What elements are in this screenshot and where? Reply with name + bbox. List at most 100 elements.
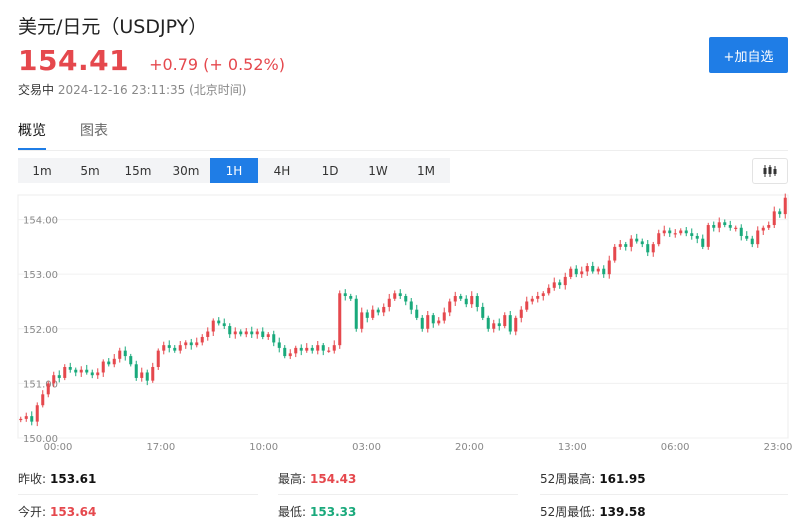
- candle-body: [68, 367, 72, 370]
- page-title: 美元/日元（USDJPY）: [18, 16, 208, 38]
- y-tick-label: 154.00: [23, 216, 58, 227]
- add-watchlist-button[interactable]: +加自选: [709, 37, 788, 73]
- candle-body: [459, 296, 463, 299]
- range-30m[interactable]: 30m: [162, 158, 210, 183]
- x-tick-label: 10:00: [249, 442, 278, 453]
- candle-body: [343, 293, 347, 297]
- candle-body: [613, 246, 617, 261]
- high-label: 最高:: [278, 472, 307, 486]
- range-1m[interactable]: 1m: [18, 158, 66, 183]
- candle-body: [52, 375, 56, 384]
- candle-body: [211, 320, 215, 332]
- candle-body: [294, 347, 298, 354]
- candle-body: [112, 358, 116, 365]
- candle-body: [46, 383, 50, 395]
- candle-body: [778, 211, 782, 215]
- candle-body: [239, 331, 243, 335]
- tab-divider: [18, 150, 788, 151]
- status-row: 交易中 2024-12-16 23:11:35 (北京时间): [18, 81, 246, 98]
- candle-body: [140, 372, 144, 378]
- candle-body: [277, 342, 281, 348]
- tab-chart[interactable]: 图表: [80, 120, 108, 151]
- candle-body: [629, 238, 633, 247]
- candle-body: [580, 271, 584, 275]
- candle-body: [409, 301, 413, 310]
- x-tick-label: 06:00: [661, 442, 690, 453]
- stat-high: 最高: 154.43: [278, 470, 356, 487]
- candle-body: [481, 306, 485, 318]
- high-value: 154.43: [310, 472, 357, 486]
- candle-body: [255, 331, 259, 335]
- 52w-high-label: 52周最高:: [540, 472, 596, 486]
- candle-body: [57, 375, 61, 378]
- candle-body: [228, 326, 232, 335]
- candle-body: [288, 353, 292, 357]
- candle-body: [316, 345, 320, 351]
- candle-body: [569, 268, 573, 277]
- stats-divider: [18, 494, 258, 495]
- candle-body: [635, 238, 639, 242]
- candle-body: [437, 320, 441, 324]
- candle-body: [470, 296, 474, 305]
- candle-body: [442, 312, 446, 321]
- range-4h[interactable]: 4H: [258, 158, 306, 183]
- x-tick-label: 03:00: [352, 442, 381, 453]
- candle-body: [35, 405, 39, 422]
- candle-body: [266, 334, 270, 337]
- range-15m[interactable]: 15m: [114, 158, 162, 183]
- stats-divider: [278, 494, 518, 495]
- candle-body: [486, 317, 490, 329]
- candle-body: [167, 345, 171, 348]
- range-1mo[interactable]: 1M: [402, 158, 450, 183]
- x-tick-label: 17:00: [146, 442, 175, 453]
- range-1d[interactable]: 1D: [306, 158, 354, 183]
- 52w-low-label: 52周最低:: [540, 505, 596, 519]
- candle-body: [431, 315, 435, 324]
- candle-body: [30, 416, 34, 422]
- tab-overview[interactable]: 概览: [18, 120, 46, 151]
- candle-body: [371, 309, 375, 318]
- candle-body: [299, 347, 303, 351]
- candle-body: [541, 293, 545, 297]
- candle-body: [734, 227, 738, 229]
- candle-body: [184, 342, 188, 346]
- candle-body: [596, 268, 600, 272]
- candle-body: [602, 268, 606, 275]
- prev-close-value: 153.61: [50, 472, 97, 486]
- candle-body: [525, 301, 529, 310]
- candle-body: [79, 369, 83, 373]
- candle-body: [349, 296, 353, 299]
- chart-type-button[interactable]: [752, 158, 788, 184]
- candle-body: [404, 296, 408, 302]
- candle-body: [558, 282, 562, 286]
- candle-body: [547, 287, 551, 294]
- candle-body: [123, 350, 127, 357]
- candle-body: [305, 347, 309, 351]
- candle-body: [519, 309, 523, 318]
- candle-body: [151, 367, 155, 381]
- candle-body: [503, 315, 507, 327]
- open-value: 153.64: [50, 505, 97, 519]
- candle-body: [90, 372, 94, 376]
- candle-body: [420, 317, 424, 329]
- low-label: 最低:: [278, 505, 307, 519]
- candle-body: [233, 331, 237, 335]
- candle-body: [24, 416, 28, 419]
- candle-body: [415, 309, 419, 318]
- candle-body: [453, 296, 457, 302]
- candle-body: [585, 265, 589, 272]
- range-5m[interactable]: 5m: [66, 158, 114, 183]
- y-tick-label: 153.00: [23, 270, 58, 281]
- candle-body: [701, 238, 705, 247]
- candle-body: [145, 372, 149, 381]
- candle-body: [530, 298, 534, 302]
- candle-body: [673, 233, 677, 235]
- range-1h[interactable]: 1H: [210, 158, 258, 183]
- candle-body: [756, 230, 760, 245]
- candle-body: [261, 331, 265, 337]
- candle-body: [618, 244, 622, 247]
- prev-close-label: 昨收:: [18, 472, 47, 486]
- range-1w[interactable]: 1W: [354, 158, 402, 183]
- candle-body: [712, 225, 716, 228]
- candle-body: [321, 345, 325, 351]
